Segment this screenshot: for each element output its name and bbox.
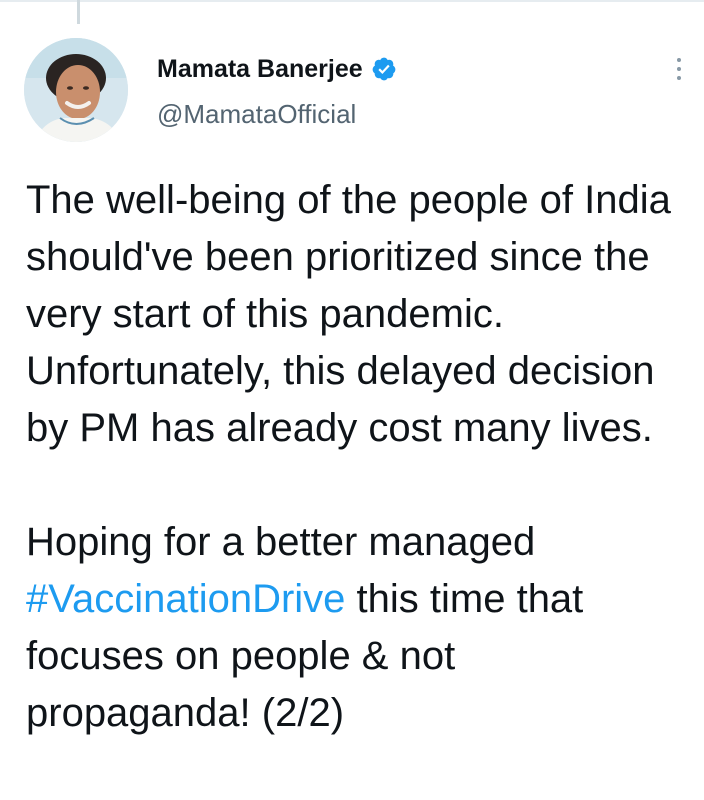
verified-badge-icon <box>371 56 397 82</box>
more-vertical-icon[interactable] <box>664 52 694 86</box>
tweet-text-segment: Hoping for a better managed <box>26 520 536 564</box>
avatar-photo-icon <box>24 38 128 142</box>
more-dot <box>677 76 681 80</box>
tweet-text: The well-being of the people of India sh… <box>26 172 686 742</box>
author-display-name[interactable]: Mamata Banerjee <box>157 55 363 84</box>
author-handle[interactable]: @MamataOfficial <box>157 99 356 130</box>
more-dot <box>677 67 681 71</box>
more-dot <box>677 58 681 62</box>
tweet-paragraph-2: Hoping for a better managed #Vaccination… <box>26 514 686 742</box>
tweet-paragraph-1: The well-being of the people of India sh… <box>26 178 671 450</box>
author-avatar[interactable] <box>24 38 128 142</box>
author-name-row: Mamata Banerjee <box>157 49 397 89</box>
tweet-top-divider <box>0 0 704 2</box>
hashtag-link[interactable]: #VaccinationDrive <box>26 577 345 621</box>
thread-connector-line <box>77 0 80 24</box>
